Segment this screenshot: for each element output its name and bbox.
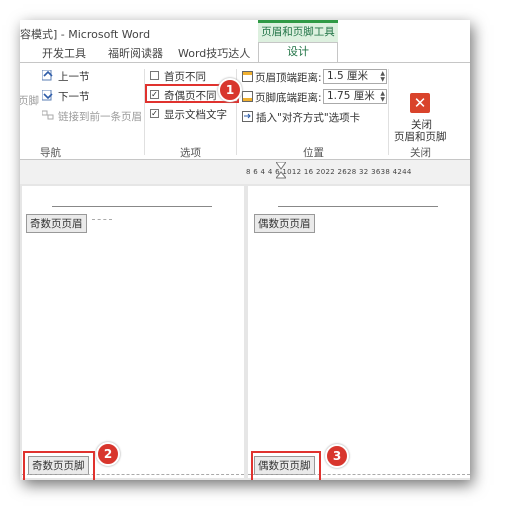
spin-down-icon[interactable]: ▼ bbox=[380, 97, 385, 103]
prev-section-button[interactable]: 上一节 bbox=[42, 68, 112, 84]
ribbon-tabs: 开发工具 福昕阅读器 Word技巧达人 设计 bbox=[20, 42, 470, 63]
tab-design[interactable]: 设计 bbox=[258, 42, 338, 63]
window-title: 容模式] - Microsoft Word bbox=[20, 28, 151, 41]
even-header-label: 偶数页页眉 bbox=[254, 214, 315, 233]
callout-box-odd-footer bbox=[23, 451, 95, 480]
checkbox-unchecked bbox=[150, 71, 159, 80]
odd-header-label: 奇数页页眉 bbox=[26, 214, 87, 233]
divider bbox=[388, 69, 389, 155]
next-section-label: 下一节 bbox=[58, 91, 90, 103]
tab-developer[interactable]: 开发工具 bbox=[42, 45, 86, 61]
footer-bottom-distance-value: 1.75 厘米 bbox=[327, 90, 375, 102]
odd-page[interactable]: 奇数页页眉 奇数页页脚 bbox=[22, 186, 244, 478]
footer-bottom-distance-label: 页脚底端距离: bbox=[255, 92, 322, 104]
header-top-distance-input[interactable]: 1.5 厘米 ▲ ▼ bbox=[323, 69, 387, 84]
show-document-text-label: 显示文档文字 bbox=[164, 109, 227, 121]
header-boundary bbox=[92, 219, 112, 220]
group-label-close: 关闭 bbox=[410, 147, 431, 159]
horizontal-ruler[interactable]: 8 6 4 4 6 1012 16 2022 2628 32 3638 4244 bbox=[20, 160, 470, 184]
close-x-icon[interactable]: ✕ bbox=[410, 93, 430, 113]
prev-section-icon bbox=[42, 70, 53, 81]
spin-down-icon[interactable]: ▼ bbox=[380, 77, 385, 83]
tab-foxit-reader[interactable]: 福昕阅读器 bbox=[108, 45, 163, 61]
header-top-distance-value: 1.5 厘米 bbox=[327, 70, 369, 82]
first-page-different-label: 首页不同 bbox=[164, 71, 206, 83]
next-section-icon bbox=[42, 90, 53, 101]
footer-bottom-distance-input[interactable]: 1.75 厘米 ▲ ▼ bbox=[323, 89, 387, 104]
callout-badge-3: 3 bbox=[325, 444, 349, 468]
insert-alignment-tab-label: 插入"对齐方式"选项卡 bbox=[256, 112, 361, 124]
callout-badge-1: 1 bbox=[218, 78, 242, 102]
tab-word-tips[interactable]: Word技巧达人 bbox=[178, 45, 250, 61]
show-document-text-checkbox[interactable]: ✓ 显示文档文字 bbox=[150, 106, 240, 121]
link-icon bbox=[42, 110, 54, 120]
link-to-previous-button[interactable]: 链接到前一条页眉 bbox=[42, 108, 142, 124]
prev-section-label: 上一节 bbox=[58, 71, 90, 83]
checkmark-icon: ✓ bbox=[150, 109, 159, 118]
divider bbox=[144, 69, 145, 155]
even-page[interactable]: 偶数页页眉 偶数页页脚 bbox=[248, 186, 470, 478]
title-bar: 容模式] - Microsoft Word 页眉和页脚工具 bbox=[20, 20, 470, 42]
callout-badge-2: 2 bbox=[96, 442, 120, 466]
ruler-ticks: 8 6 4 4 6 1012 16 2022 2628 32 3638 4244 bbox=[246, 168, 412, 176]
callout-box-even-footer bbox=[251, 451, 321, 480]
header-rule bbox=[52, 206, 212, 207]
close-label-line2[interactable]: 页眉和页脚 bbox=[394, 129, 447, 144]
next-section-button[interactable]: 下一节 bbox=[42, 88, 112, 104]
group-label-options: 选项 bbox=[180, 147, 201, 159]
alignment-tab-icon bbox=[242, 111, 253, 122]
footer-bottom-icon bbox=[242, 91, 253, 102]
document-area: 奇数页页眉 奇数页页脚 偶数页页眉 偶数页页脚 bbox=[20, 184, 470, 480]
link-to-previous-label: 链接到前一条页眉 bbox=[58, 111, 142, 123]
footer-button-partial[interactable]: 页脚 bbox=[20, 93, 39, 108]
first-page-different-checkbox[interactable]: 首页不同 bbox=[150, 68, 230, 83]
insert-alignment-tab-button[interactable]: 插入"对齐方式"选项卡 bbox=[242, 109, 382, 124]
header-top-icon bbox=[242, 71, 253, 82]
group-label-navigation: 导航 bbox=[40, 147, 61, 159]
header-top-distance-label: 页眉顶端距离: bbox=[255, 72, 322, 84]
header-rule bbox=[278, 206, 438, 207]
ribbon: 页脚 上一节 下一节 链接到前一条页眉 导航 首页不同 ✓ 奇偶页不同 ✓ 显示… bbox=[20, 62, 470, 160]
context-tab-header-footer-tools: 页眉和页脚工具 bbox=[258, 20, 338, 42]
word-window: 容模式] - Microsoft Word 页眉和页脚工具 开发工具 福昕阅读器… bbox=[20, 20, 470, 480]
group-label-position: 位置 bbox=[303, 147, 324, 159]
